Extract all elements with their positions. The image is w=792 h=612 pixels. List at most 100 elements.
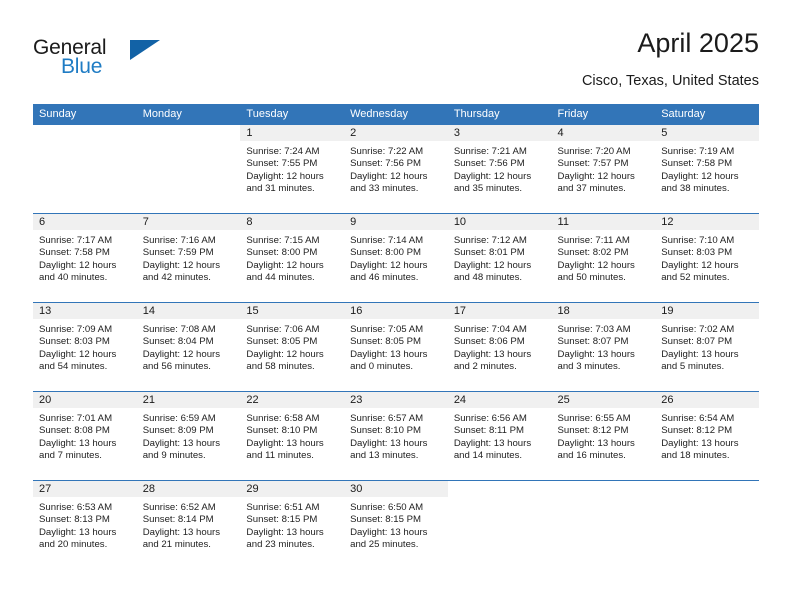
weekday-header-tuesday: Tuesday	[240, 104, 345, 125]
calendar-day-cell[interactable]: 3 Sunrise: 7:21 AM Sunset: 7:56 PM Daylight…	[447, 125, 552, 214]
day-sun-info: Sunrise: 7:01 AM Sunset: 8:08 PM Daylight:…	[33, 408, 137, 463]
daylight-text: Daylight: 12 hours and 54 minutes.	[39, 348, 117, 373]
day-sun-info: Sunrise: 6:54 AM Sunset: 8:12 PM Daylight:…	[655, 408, 759, 463]
calendar-day-cell[interactable]: 1 Sunrise: 7:24 AM Sunset: 7:55 PM Daylight…	[240, 125, 345, 214]
day-number	[137, 125, 241, 141]
calendar-day-cell[interactable]: 19 Sunrise: 7:02 AM Sunset: 8:07 PM Dayligh…	[655, 302, 759, 392]
day-number: 30	[344, 481, 448, 497]
calendar-day-cell[interactable]: 20 Sunrise: 7:01 AM Sunset: 8:08 PM Dayligh…	[33, 391, 137, 481]
calendar-day-cell[interactable]: 10 Sunrise: 7:12 AM Sunset: 8:01 PM Dayligh…	[447, 213, 552, 303]
calendar-day-cell[interactable]: 16 Sunrise: 7:05 AM Sunset: 8:05 PM Dayligh…	[344, 302, 448, 392]
calendar-day-cell[interactable]: 25 Sunrise: 6:55 AM Sunset: 8:12 PM Dayligh…	[551, 391, 656, 481]
daylight-text: Daylight: 13 hours and 21 minutes.	[142, 526, 221, 551]
daylight-text: Daylight: 13 hours and 13 minutes.	[350, 437, 428, 462]
daylight-text: Daylight: 12 hours and 35 minutes.	[453, 170, 532, 195]
weekday-header-thursday: Thursday	[447, 104, 552, 125]
calendar-body: 1 Sunrise: 7:24 AM Sunset: 7:55 PM Daylight…	[33, 125, 759, 569]
calendar-day-cell[interactable]: 23 Sunrise: 6:57 AM Sunset: 8:10 PM Dayligh…	[344, 391, 448, 481]
day-number	[33, 125, 137, 141]
day-number: 5	[655, 125, 759, 141]
sunrise-text: Sunrise: 7:01 AM	[39, 413, 113, 424]
sunrise-text: Sunrise: 7:02 AM	[661, 324, 735, 335]
weekday-header-sunday: Sunday	[33, 104, 137, 125]
calendar-day-cell[interactable]: 22 Sunrise: 6:58 AM Sunset: 8:10 PM Dayligh…	[240, 391, 345, 481]
day-number: 21	[136, 392, 241, 408]
calendar-day-cell[interactable]: 7 Sunrise: 7:16 AM Sunset: 7:59 PM Daylight…	[136, 213, 241, 303]
calendar-day-cell[interactable]: 21 Sunrise: 6:59 AM Sunset: 8:09 PM Dayligh…	[136, 391, 241, 481]
sunset-text: Sunset: 8:04 PM	[142, 336, 214, 348]
sunrise-text: Sunrise: 7:22 AM	[350, 146, 424, 157]
calendar-day-cell[interactable]: 11 Sunrise: 7:11 AM Sunset: 8:02 PM Dayligh…	[551, 213, 656, 303]
calendar-day-cell[interactable]: 17 Sunrise: 7:04 AM Sunset: 8:06 PM Dayligh…	[447, 302, 552, 392]
sunset-text: Sunset: 7:56 PM	[453, 158, 525, 170]
calendar-day-cell[interactable]: 5 Sunrise: 7:19 AM Sunset: 7:58 PM Daylight…	[655, 125, 759, 214]
day-number: 29	[240, 481, 345, 497]
calendar-day-cell[interactable]: 8 Sunrise: 7:15 AM Sunset: 8:00 PM Daylight…	[240, 213, 345, 303]
calendar-day-cell[interactable]: 26 Sunrise: 6:54 AM Sunset: 8:12 PM Dayligh…	[655, 391, 759, 481]
calendar-day-cell	[136, 125, 241, 214]
day-sun-info: Sunrise: 7:15 AM Sunset: 8:00 PM Daylight:…	[240, 230, 344, 285]
calendar-day-cell[interactable]: 14 Sunrise: 7:08 AM Sunset: 8:04 PM Dayligh…	[136, 302, 241, 392]
daylight-text: Daylight: 13 hours and 5 minutes.	[661, 348, 739, 373]
sunset-text: Sunset: 8:08 PM	[39, 425, 110, 437]
sunrise-text: Sunrise: 6:53 AM	[39, 502, 113, 513]
daylight-text: Daylight: 12 hours and 42 minutes.	[142, 259, 221, 284]
day-sun-info: Sunrise: 6:50 AM Sunset: 8:15 PM Daylight:…	[344, 497, 448, 552]
day-number	[655, 481, 759, 497]
day-cell-content: 16 Sunrise: 7:05 AM Sunset: 8:05 PM Dayligh…	[344, 303, 448, 391]
calendar-day-cell[interactable]: 2 Sunrise: 7:22 AM Sunset: 7:56 PM Daylight…	[344, 125, 448, 214]
day-cell-content: 28 Sunrise: 6:52 AM Sunset: 8:14 PM Dayligh…	[136, 481, 241, 569]
day-number: 26	[655, 392, 759, 408]
sunset-text: Sunset: 8:07 PM	[661, 336, 733, 348]
calendar-day-cell[interactable]: 4 Sunrise: 7:20 AM Sunset: 7:57 PM Daylight…	[551, 125, 656, 214]
sunrise-text: Sunrise: 6:54 AM	[661, 413, 735, 424]
weekday-header-monday: Monday	[136, 104, 241, 125]
sunset-text: Sunset: 7:59 PM	[142, 247, 214, 259]
day-sun-info: Sunrise: 6:58 AM Sunset: 8:10 PM Daylight:…	[240, 408, 344, 463]
brand-logo[interactable]: General Blue	[33, 36, 173, 82]
sunset-text: Sunset: 8:03 PM	[661, 247, 733, 259]
day-number	[552, 481, 656, 497]
daylight-text: Daylight: 13 hours and 20 minutes.	[39, 526, 117, 551]
day-number: 10	[447, 214, 552, 230]
day-sun-info: Sunrise: 7:17 AM Sunset: 7:58 PM Daylight:…	[33, 230, 137, 285]
calendar-day-cell[interactable]: 6 Sunrise: 7:17 AM Sunset: 7:58 PM Daylight…	[33, 213, 137, 303]
calendar-day-cell[interactable]: 18 Sunrise: 7:03 AM Sunset: 8:07 PM Dayligh…	[551, 302, 656, 392]
day-cell-content	[655, 481, 759, 569]
day-cell-content: 7 Sunrise: 7:16 AM Sunset: 7:59 PM Daylight…	[136, 214, 241, 302]
day-number: 20	[33, 392, 137, 408]
day-cell-content: 10 Sunrise: 7:12 AM Sunset: 8:01 PM Dayligh…	[447, 214, 552, 302]
calendar-day-cell[interactable]: 15 Sunrise: 7:06 AM Sunset: 8:05 PM Dayligh…	[240, 302, 345, 392]
day-number: 28	[136, 481, 241, 497]
sunset-text: Sunset: 7:57 PM	[557, 158, 629, 170]
calendar-day-cell[interactable]: 30 Sunrise: 6:50 AM Sunset: 8:15 PM Dayligh…	[344, 481, 448, 570]
day-number	[448, 481, 552, 497]
sunrise-text: Sunrise: 7:20 AM	[557, 146, 631, 157]
calendar-day-cell[interactable]: 13 Sunrise: 7:09 AM Sunset: 8:03 PM Dayligh…	[33, 302, 137, 392]
day-sun-info: Sunrise: 7:05 AM Sunset: 8:05 PM Daylight:…	[344, 319, 448, 374]
sunrise-text: Sunrise: 6:57 AM	[350, 413, 424, 424]
sunset-text: Sunset: 8:10 PM	[246, 425, 318, 437]
calendar-day-cell	[655, 481, 759, 570]
daylight-text: Daylight: 13 hours and 2 minutes.	[453, 348, 532, 373]
day-cell-content: 26 Sunrise: 6:54 AM Sunset: 8:12 PM Dayligh…	[655, 392, 759, 480]
day-number: 17	[447, 303, 552, 319]
daylight-text: Daylight: 12 hours and 44 minutes.	[246, 259, 324, 284]
day-sun-info: Sunrise: 6:52 AM Sunset: 8:14 PM Daylight:…	[137, 497, 241, 552]
calendar-day-cell[interactable]: 12 Sunrise: 7:10 AM Sunset: 8:03 PM Dayligh…	[655, 213, 759, 303]
calendar-day-cell[interactable]: 28 Sunrise: 6:52 AM Sunset: 8:14 PM Dayligh…	[136, 481, 241, 570]
day-cell-content	[552, 481, 656, 569]
day-cell-content: 17 Sunrise: 7:04 AM Sunset: 8:06 PM Dayligh…	[447, 303, 552, 391]
calendar-day-cell[interactable]: 29 Sunrise: 6:51 AM Sunset: 8:15 PM Dayligh…	[240, 481, 345, 570]
calendar-day-cell[interactable]: 24 Sunrise: 6:56 AM Sunset: 8:11 PM Dayligh…	[447, 391, 552, 481]
day-cell-content: 21 Sunrise: 6:59 AM Sunset: 8:09 PM Dayligh…	[136, 392, 241, 480]
day-sun-info: Sunrise: 7:16 AM Sunset: 7:59 PM Daylight:…	[137, 230, 241, 285]
calendar-day-cell	[552, 481, 656, 570]
brand-name-blue: Blue	[61, 55, 103, 78]
day-sun-info: Sunrise: 7:24 AM Sunset: 7:55 PM Daylight:…	[240, 141, 344, 196]
calendar-day-cell[interactable]: 9 Sunrise: 7:14 AM Sunset: 8:00 PM Daylight…	[344, 213, 448, 303]
calendar-day-cell[interactable]: 27 Sunrise: 6:53 AM Sunset: 8:13 PM Dayligh…	[33, 481, 137, 570]
day-number: 24	[447, 392, 552, 408]
daylight-text: Daylight: 13 hours and 3 minutes.	[557, 348, 635, 373]
day-cell-content: 11 Sunrise: 7:11 AM Sunset: 8:02 PM Dayligh…	[551, 214, 656, 302]
